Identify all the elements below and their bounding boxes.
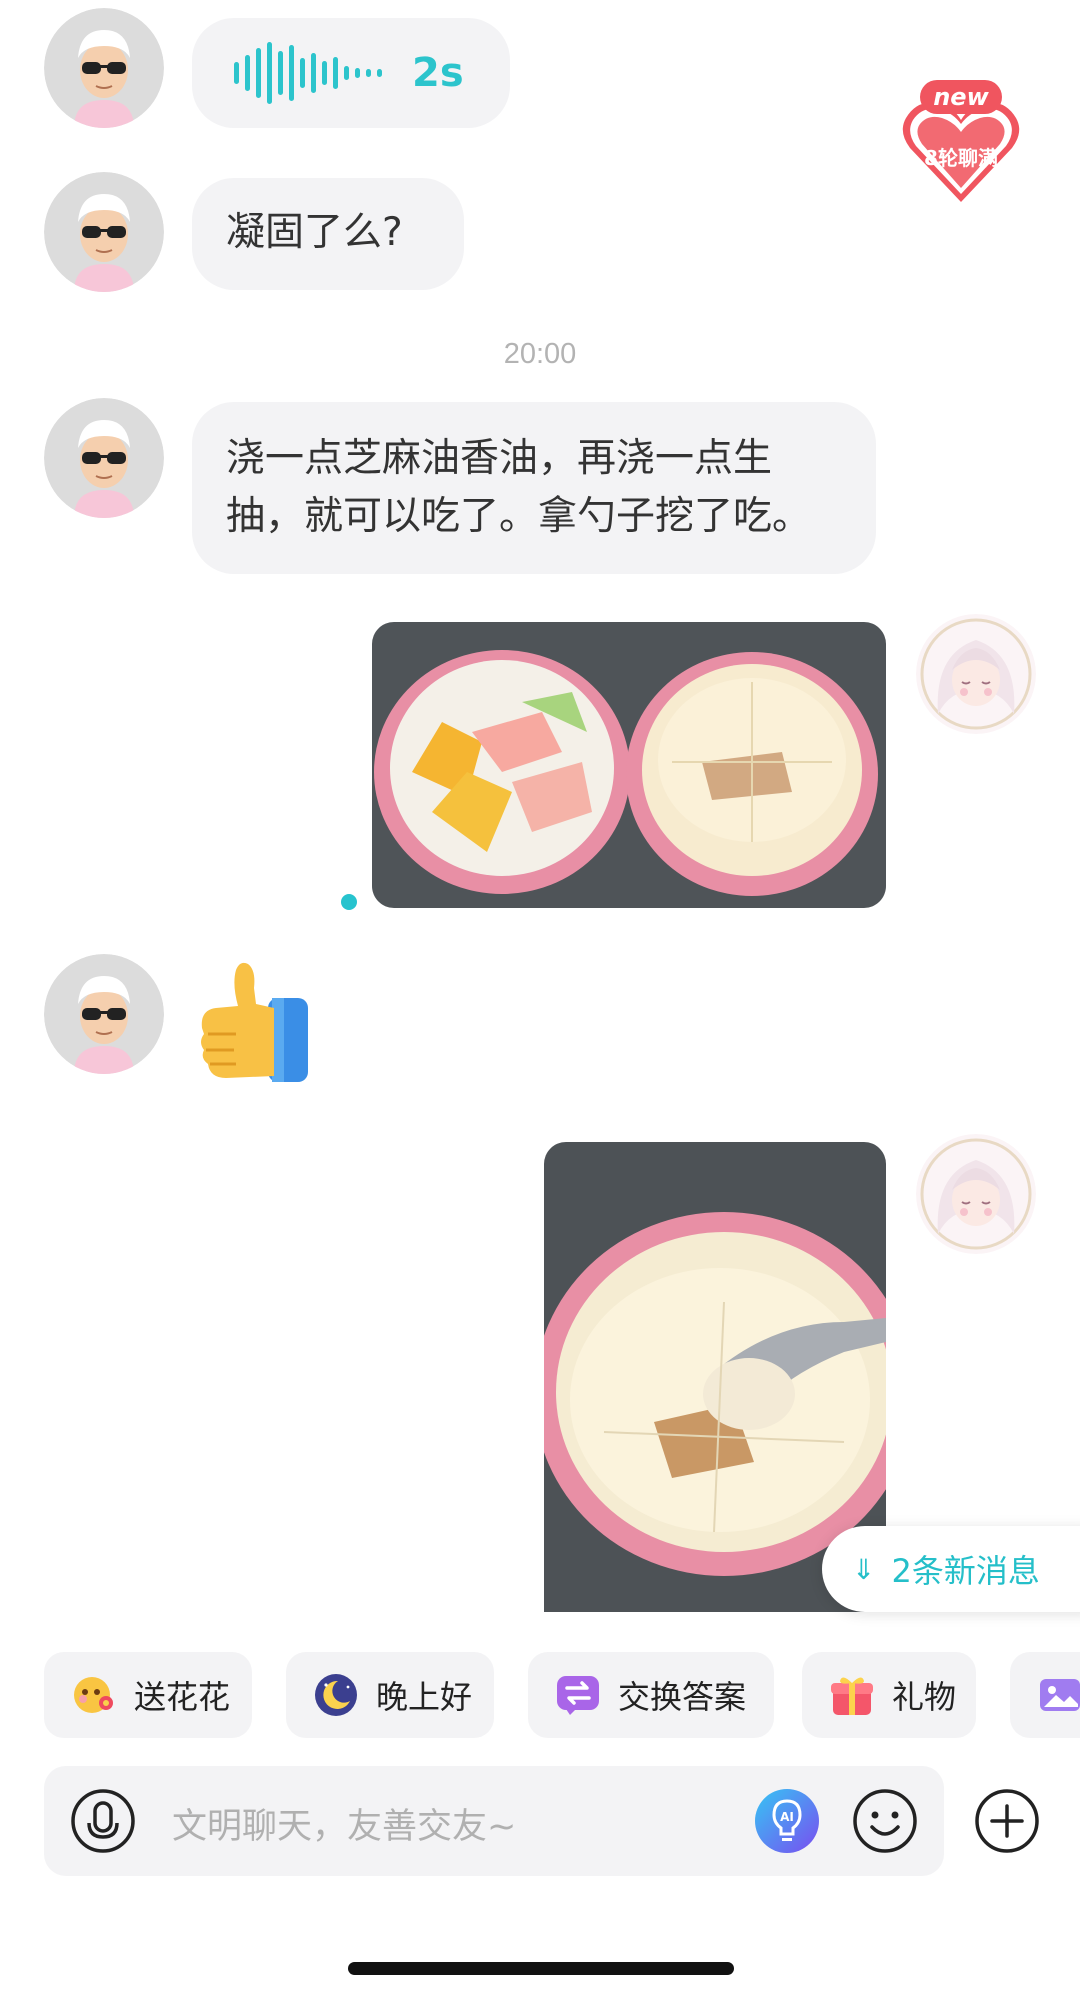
new-label: new [933, 83, 989, 111]
quick-reply-send-flower[interactable]: 送花花 [44, 1652, 252, 1738]
quick-reply-bar: 送花花 晚上好 交换答案 礼物 [44, 1652, 1080, 1738]
home-indicator [348, 1962, 734, 1975]
voice-waveform-icon [234, 42, 382, 104]
quick-reply-gift[interactable]: 礼物 [802, 1652, 976, 1738]
contact-avatar[interactable] [44, 954, 164, 1074]
chip-label: 送花花 [134, 1678, 231, 1716]
new-messages-label: 2条新消息 [891, 1552, 1040, 1590]
chip-label: 晚上好 [376, 1678, 473, 1716]
contact-avatar[interactable] [44, 398, 164, 518]
thumbs-up-emoji-icon[interactable] [196, 958, 316, 1086]
gift-icon [828, 1671, 876, 1719]
voice-input-icon[interactable] [70, 1788, 136, 1854]
unread-status-dot [341, 894, 357, 910]
message-input[interactable]: 文明聊天，友善交友~ [172, 1798, 516, 1849]
moon-icon [312, 1671, 360, 1719]
svg-text:AI: AI [780, 1810, 794, 1824]
contact-avatar[interactable] [44, 8, 164, 128]
my-avatar[interactable] [916, 1134, 1036, 1254]
add-attachment-button[interactable] [974, 1788, 1040, 1854]
text-message-bubble[interactable]: 凝固了么? [192, 178, 464, 290]
sent-photo-fruit-and-tofu[interactable] [372, 622, 886, 908]
quick-reply-more[interactable] [1010, 1652, 1080, 1738]
my-avatar[interactable] [916, 614, 1036, 734]
emoji-icon[interactable] [852, 1788, 918, 1854]
message-input-bar: 文明聊天，友善交友~ AI [44, 1766, 944, 1876]
voice-duration: 2s [412, 50, 464, 96]
message-text: 凝固了么? [226, 210, 403, 255]
chip-label: 礼物 [892, 1678, 957, 1716]
new-messages-button[interactable]: ⇓ 2条新消息 [822, 1526, 1080, 1612]
contact-avatar[interactable] [44, 172, 164, 292]
photo-album-icon [1036, 1671, 1080, 1719]
double-chevron-down-icon: ⇓ [852, 1552, 876, 1586]
streak-text: 8轮聊满 [924, 146, 998, 170]
flower-emoji-icon [70, 1671, 118, 1719]
ai-assistant-icon[interactable]: AI [754, 1788, 820, 1854]
quick-reply-exchange-answers[interactable]: 交换答案 [528, 1652, 774, 1738]
exchange-icon [554, 1671, 602, 1719]
voice-message-bubble[interactable]: 2s [192, 18, 510, 128]
message-text: 浇一点芝麻油香油，再浇一点生抽，就可以吃了。拿勺子挖了吃。 [226, 436, 812, 539]
message-timestamp: 20:00 [503, 338, 577, 370]
chat-streak-badge[interactable]: new 8轮聊满 [896, 78, 1026, 208]
quick-reply-good-evening[interactable]: 晚上好 [286, 1652, 494, 1738]
chip-label: 交换答案 [618, 1678, 747, 1716]
text-message-bubble[interactable]: 浇一点芝麻油香油，再浇一点生抽，就可以吃了。拿勺子挖了吃。 [192, 402, 876, 574]
